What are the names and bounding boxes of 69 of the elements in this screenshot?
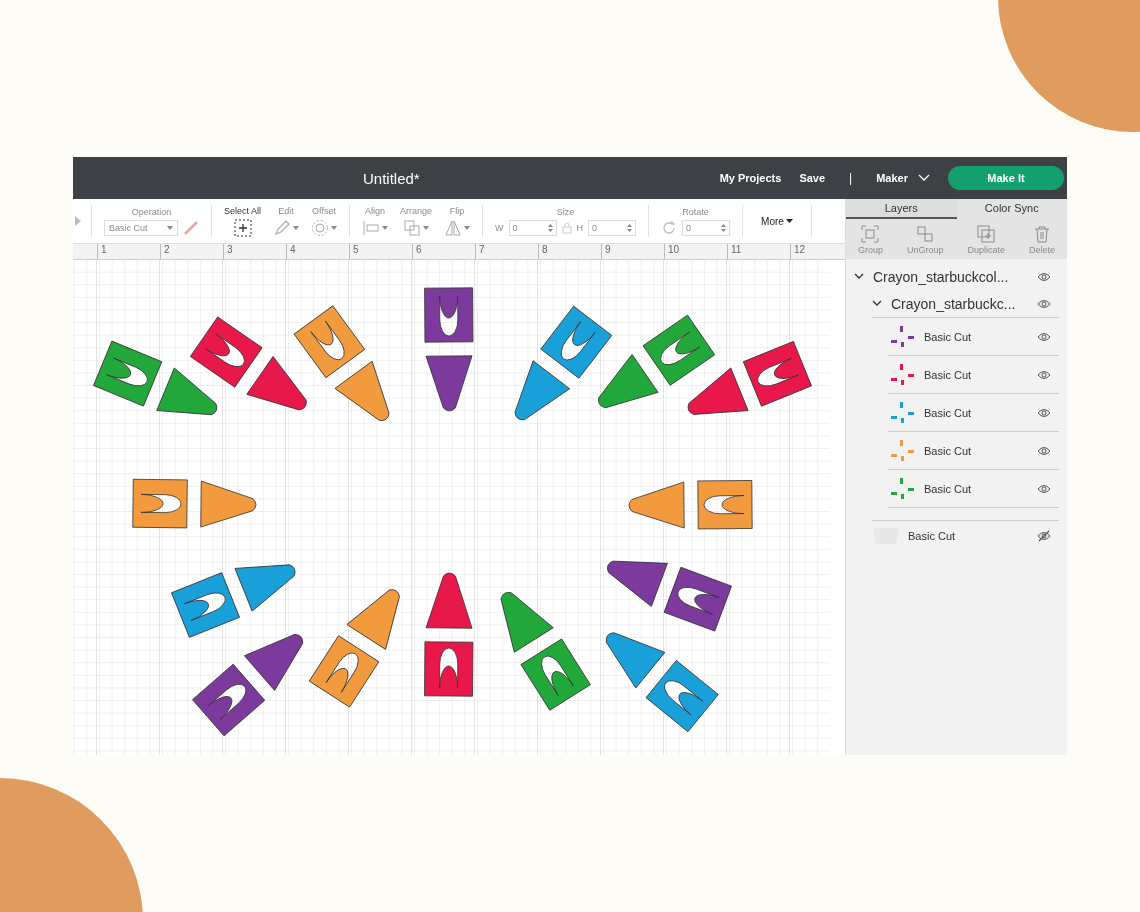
ruler-number: 11 — [727, 244, 790, 259]
tool-label: Operation — [131, 206, 172, 217]
tool-label: Select All — [224, 205, 262, 216]
caret-icon — [423, 225, 430, 230]
chevron-icon[interactable] — [854, 272, 864, 281]
header-link[interactable]: Save — [799, 172, 826, 184]
window-title: Untitled* — [363, 169, 420, 187]
layer-name[interactable]: Crayon_starbuckcol... — [873, 268, 1037, 285]
align-icon — [362, 218, 381, 237]
duplicate-icon — [977, 225, 996, 243]
layer-name[interactable]: Basic Cut — [924, 444, 1037, 457]
ruler-number: 3 — [223, 244, 286, 259]
chevron-icon[interactable] — [872, 299, 882, 308]
tool-label: Size — [556, 206, 575, 217]
eye-icon[interactable] — [1037, 270, 1051, 283]
tool-label: Flip — [449, 205, 465, 216]
panel-tab[interactable]: Color Sync — [956, 199, 1067, 219]
more-dropdown[interactable]: More — [755, 215, 799, 227]
caret-icon — [464, 225, 471, 230]
panel-tab[interactable]: Layers — [846, 199, 957, 219]
eye-icon[interactable] — [1037, 330, 1051, 343]
tool-label: Arrange — [400, 205, 433, 216]
eye-icon[interactable] — [1037, 406, 1051, 419]
layer-name[interactable]: Basic Cut — [924, 482, 1037, 495]
eye-icon[interactable] — [1037, 444, 1051, 457]
ruler-number: 7 — [475, 244, 538, 259]
eye-icon[interactable] — [1037, 482, 1051, 495]
tool-label: Rotate — [682, 206, 709, 217]
eye-icon[interactable] — [1037, 368, 1051, 381]
pen-icon — [183, 219, 199, 236]
ruler-number: 10 — [664, 244, 727, 259]
flip-icon — [444, 218, 463, 237]
tool-label: Edit — [278, 205, 294, 216]
caret-icon — [785, 219, 793, 223]
layer-name[interactable]: Basic Cut — [908, 530, 1037, 542]
caret-icon — [167, 225, 173, 230]
tool-button[interactable] — [233, 218, 252, 237]
offset-icon — [311, 218, 330, 237]
ruler-number: 8 — [538, 244, 601, 259]
pencil-icon — [273, 218, 292, 237]
tool-label: Align — [365, 205, 386, 216]
eye-icon[interactable] — [1037, 297, 1051, 310]
ungroup-icon — [916, 225, 935, 243]
header-separator: | — [849, 171, 853, 185]
layer-name[interactable]: Basic Cut — [924, 330, 1037, 343]
rotate-icon — [661, 219, 678, 236]
caret-icon — [331, 225, 338, 230]
ruler-number: 2 — [160, 244, 223, 259]
group-icon — [861, 225, 880, 243]
height-label: H — [576, 222, 584, 233]
eye-crossed-icon[interactable] — [1037, 530, 1051, 542]
tool-label: Offset — [312, 205, 336, 216]
machine-dropdown[interactable]: Maker — [876, 172, 930, 184]
delete-icon — [1032, 225, 1051, 243]
ruler-number: 5 — [349, 244, 412, 259]
caret-icon — [293, 225, 300, 230]
chevron-icon — [918, 174, 930, 182]
layer-name[interactable]: Basic Cut — [924, 368, 1037, 381]
ruler-number: 6 — [412, 244, 475, 259]
ruler-number: 9 — [601, 244, 664, 259]
layer-name[interactable]: Basic Cut — [924, 406, 1037, 419]
arrange-icon — [403, 218, 422, 237]
width-label: W — [495, 222, 504, 233]
header-link[interactable]: My Projects — [719, 172, 782, 184]
caret-icon — [382, 225, 389, 230]
ruler-number: 4 — [286, 244, 349, 259]
layer-name[interactable]: Crayon_starbuckc... — [891, 295, 1037, 312]
select-all-icon — [233, 218, 252, 237]
ruler-number: 1 — [97, 244, 160, 259]
